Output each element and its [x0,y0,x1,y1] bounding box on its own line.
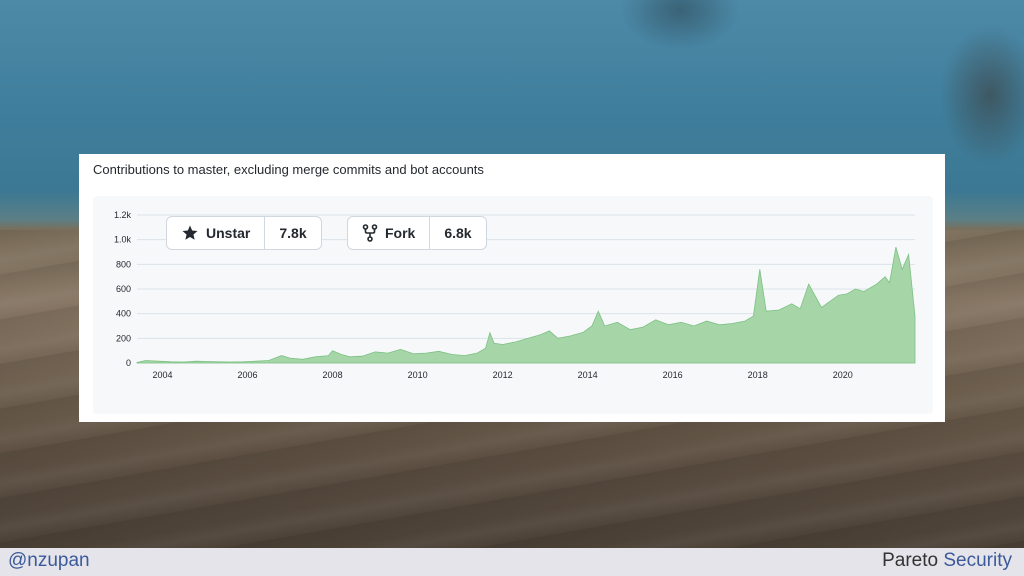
fork-label-group[interactable]: Fork [348,217,431,249]
chart-caption: Contributions to master, excluding merge… [93,162,484,177]
fork-label: Fork [385,225,416,241]
x-tick-label: 2004 [152,370,172,380]
y-tick-label: 1.2k [114,210,132,220]
x-tick-label: 2008 [323,370,343,380]
fork-count[interactable]: 6.8k [430,217,485,249]
unstar-label-group[interactable]: Unstar [167,217,266,249]
y-tick-label: 200 [116,333,131,343]
star-icon [182,225,198,240]
brand-name: Pareto Security [882,550,1012,572]
unstar-button[interactable]: Unstar 7.8k [166,216,322,250]
fork-button[interactable]: Fork 6.8k [347,216,487,250]
x-tick-label: 2020 [833,370,853,380]
y-tick-label: 600 [116,284,131,294]
y-tick-label: 1.0k [114,235,132,245]
x-tick-label: 2016 [663,370,683,380]
x-tick-label: 2010 [408,370,428,380]
y-axis-labels: 0 200 400 600 800 1.0k 1.2k [114,210,132,368]
chart-panel: 0 200 400 600 800 1.0k 1.2k 2004 2006 2008 2010 20… [93,196,933,414]
brand-part-1: Pareto [882,550,939,571]
x-tick-label: 2018 [748,370,768,380]
brand-part-2: Security [943,550,1012,571]
contributions-card: Contributions to master, excluding merge… [79,154,945,422]
x-tick-label: 2006 [238,370,258,380]
slide-footer: @nzupan Pareto Security [0,548,1024,576]
x-axis-labels: 2004 2006 2008 2010 2012 2014 2016 2018 2020 [152,370,852,380]
x-tick-label: 2012 [493,370,513,380]
x-tick-label: 2014 [578,370,598,380]
y-tick-label: 0 [126,358,131,368]
unstar-label: Unstar [206,225,251,241]
y-tick-label: 800 [116,259,131,269]
author-handle: @nzupan [8,550,90,571]
fork-icon [362,224,378,242]
star-count[interactable]: 7.8k [265,217,320,249]
y-tick-label: 400 [116,309,131,319]
